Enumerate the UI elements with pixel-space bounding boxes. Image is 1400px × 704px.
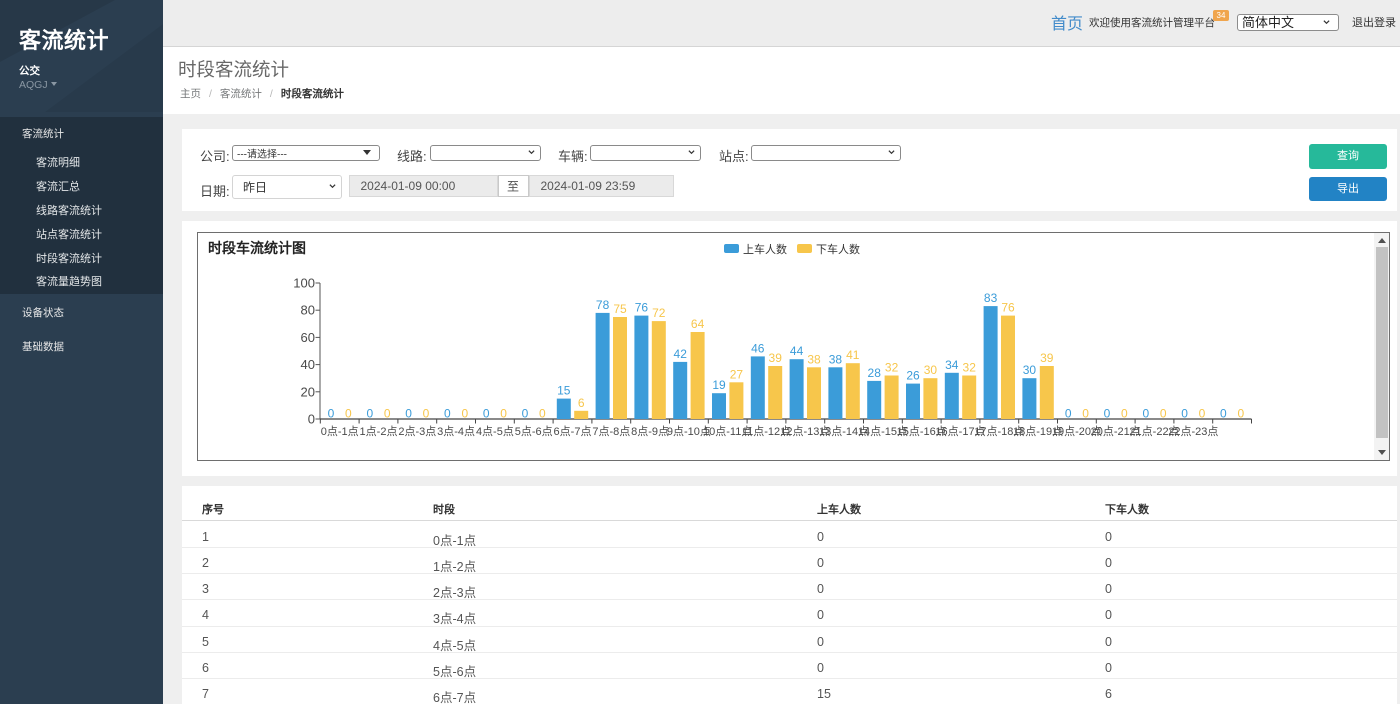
svg-text:1点-2点: 1点-2点 [360,425,398,438]
svg-text:5点-6点: 5点-6点 [515,425,553,438]
svg-text:15: 15 [557,384,571,398]
svg-text:0: 0 [405,407,412,421]
svg-text:0: 0 [500,407,507,421]
svg-text:76: 76 [635,301,649,315]
svg-text:0: 0 [384,407,391,421]
svg-text:8点-9点: 8点-9点 [631,425,669,438]
svg-text:0: 0 [539,407,546,421]
svg-text:4点-5点: 4点-5点 [476,425,514,438]
svg-text:100: 100 [293,276,315,291]
svg-text:44: 44 [790,344,804,358]
svg-text:32: 32 [963,361,977,375]
svg-text:42: 42 [674,347,688,361]
svg-text:76: 76 [1001,301,1015,315]
svg-text:75: 75 [613,302,627,316]
svg-text:39: 39 [769,351,783,365]
svg-text:0: 0 [1220,407,1227,421]
svg-text:40: 40 [301,357,315,372]
svg-text:19: 19 [712,378,726,392]
svg-text:30: 30 [924,363,938,377]
svg-text:32: 32 [885,361,899,375]
svg-text:30: 30 [1023,363,1037,377]
svg-text:38: 38 [829,352,843,366]
svg-text:0: 0 [1104,407,1111,421]
svg-text:20: 20 [301,384,315,399]
svg-text:0: 0 [1199,407,1206,421]
svg-text:22点-23点: 22点-23点 [1168,425,1218,438]
svg-text:0点-1点: 0点-1点 [321,425,359,438]
svg-text:2点-3点: 2点-3点 [398,425,436,438]
svg-text:28: 28 [868,366,882,380]
svg-text:72: 72 [652,306,666,320]
svg-text:6: 6 [578,396,585,410]
svg-text:39: 39 [1040,351,1054,365]
svg-text:7点-8点: 7点-8点 [592,425,630,438]
svg-text:80: 80 [301,303,315,318]
svg-text:0: 0 [1082,407,1089,421]
svg-text:41: 41 [846,348,860,362]
svg-text:27: 27 [730,367,744,381]
svg-text:46: 46 [751,341,765,355]
svg-text:83: 83 [984,291,998,305]
svg-text:0: 0 [461,407,468,421]
svg-text:0: 0 [366,407,373,421]
svg-text:0: 0 [1142,407,1149,421]
svg-text:0: 0 [1237,407,1244,421]
svg-text:78: 78 [596,298,610,312]
svg-text:0: 0 [1121,407,1128,421]
svg-text:0: 0 [1160,407,1167,421]
svg-text:0: 0 [423,407,430,421]
svg-text:26: 26 [906,369,920,383]
svg-text:0: 0 [1181,407,1188,421]
svg-text:0: 0 [1065,407,1072,421]
svg-text:34: 34 [945,358,959,372]
svg-text:64: 64 [691,317,705,331]
svg-text:0: 0 [444,407,451,421]
svg-text:0: 0 [308,412,315,427]
svg-text:3点-4点: 3点-4点 [437,425,475,438]
svg-text:60: 60 [301,330,315,345]
svg-text:0: 0 [522,407,529,421]
svg-text:0: 0 [483,407,490,421]
svg-text:0: 0 [345,407,352,421]
svg-text:38: 38 [807,352,821,366]
svg-text:0: 0 [328,407,335,421]
svg-text:6点-7点: 6点-7点 [554,425,592,438]
